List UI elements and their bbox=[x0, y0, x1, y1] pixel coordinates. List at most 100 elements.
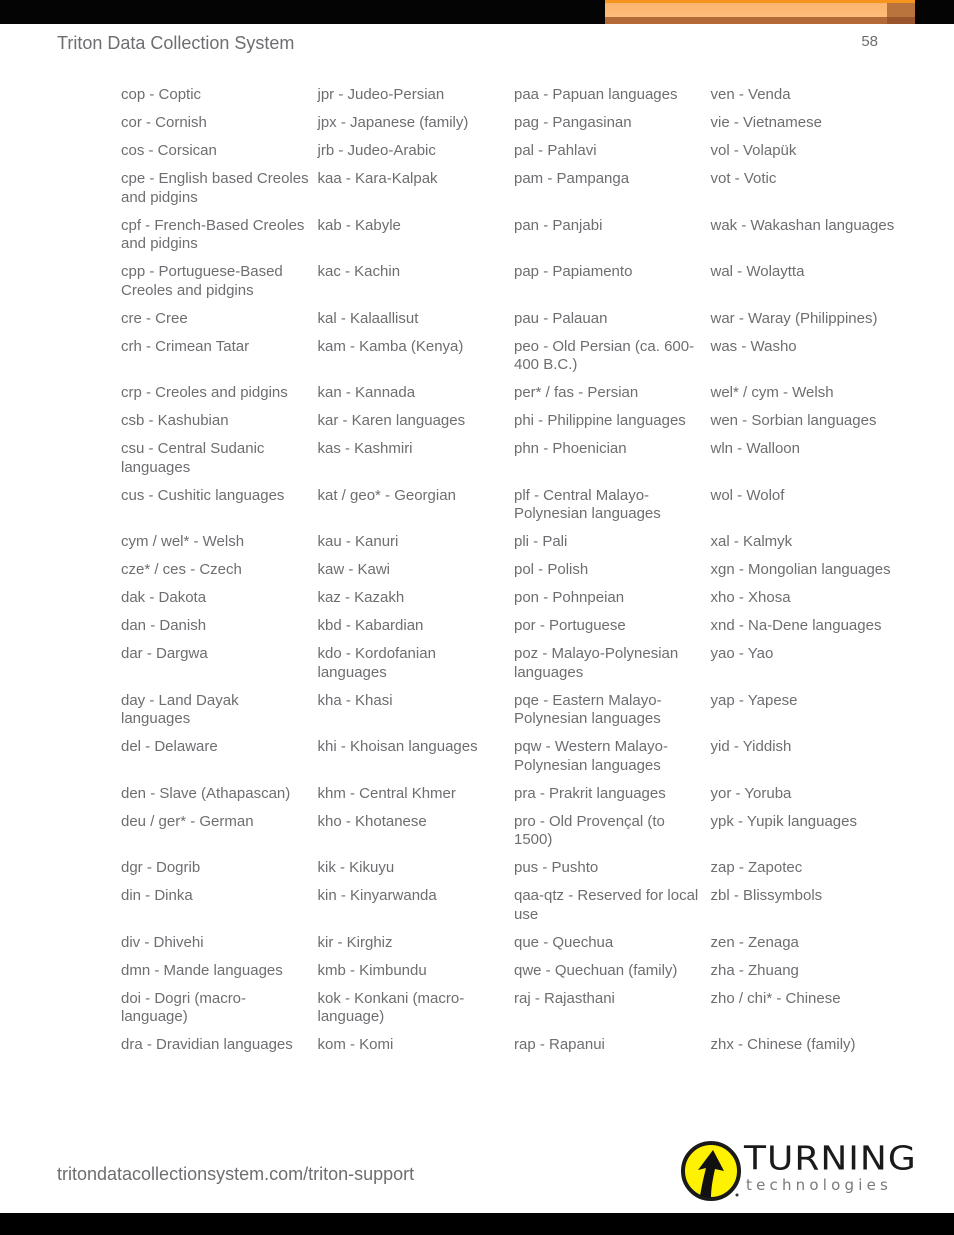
language-entry: dgr - Dogrib bbox=[121, 859, 201, 876]
language-entry: xal - Kalmyk bbox=[710, 533, 793, 550]
document-title: Triton Data Collection System bbox=[57, 33, 295, 53]
language-entry: pam - Pampanga bbox=[514, 170, 630, 187]
language-entry: jpx - Japanese (family) bbox=[317, 114, 469, 131]
language-entry: qwe - Quechuan (family) bbox=[514, 961, 678, 979]
language-entry: ypk - Yupik languages bbox=[710, 812, 858, 830]
language-entry: kin - Kinyarwanda bbox=[317, 887, 437, 904]
table-row: del - Delaware khi - Khoisan languages pqw… bbox=[121, 738, 911, 775]
language-entry: zha - Zhuang bbox=[710, 961, 799, 979]
language-entry: peo - Old Persian (ca. 600-400 B.C.) bbox=[514, 337, 695, 374]
table-row: dan - Danish kbd - Kabardian por - Portugu… bbox=[121, 617, 911, 636]
language-entry: xnd - Na-Dene languages bbox=[710, 617, 882, 634]
language-entry: doi - Dogri (macro-language) bbox=[121, 989, 247, 1026]
language-entry: cre - Cree bbox=[121, 309, 188, 327]
language-entry: que - Quechua bbox=[514, 933, 614, 951]
language-code-table: cop - Coptic jpr - Judeo-Persian paa - Pap… bbox=[121, 86, 911, 1064]
table-row: cpp - Portuguese-Based Creoles and pidgi… bbox=[121, 263, 911, 300]
table-row: cus - Cushitic languages kat / geo* - Geo… bbox=[121, 487, 911, 524]
language-entry: yid - Yiddish bbox=[710, 738, 792, 755]
language-entry: wln - Walloon bbox=[710, 440, 800, 457]
table-row: deu / ger* - German kho - Khotanese pro - … bbox=[121, 813, 911, 850]
language-entry: vot - Votic bbox=[710, 170, 777, 187]
language-entry: rap - Rapanui bbox=[514, 1036, 605, 1053]
table-row: crh - Crimean Tatar kam - Kamba (Kenya) pe… bbox=[121, 338, 911, 375]
language-entry: pqe - Eastern Malayo-Polynesian language… bbox=[514, 691, 662, 728]
table-row: cor - Cornish jpx - Japanese (family) pag … bbox=[121, 114, 911, 133]
table-row: cpf - French-Based Creoles and pidgins ka… bbox=[121, 217, 911, 254]
language-entry: wel* / cym - Welsh bbox=[710, 384, 834, 401]
language-entry: zen - Zenaga bbox=[710, 933, 799, 951]
language-entry: wen - Sorbian languages bbox=[710, 412, 877, 429]
language-entry: raj - Rajasthani bbox=[514, 989, 615, 1007]
language-entry: qaa-qtz - Reserved for local use bbox=[514, 887, 699, 923]
logo-wordmark: TURNING bbox=[744, 1140, 917, 1178]
table-row: cym / wel* - Welsh kau - Kanuri pli - Pali… bbox=[121, 533, 911, 552]
table-row: dak - Dakota kaz - Kazakh pon - Pohnpeian x… bbox=[121, 589, 911, 608]
language-entry: pag - Pangasinan bbox=[514, 114, 632, 131]
language-entry: xho - Xhosa bbox=[710, 589, 791, 606]
language-entry: cpe - English based Creoles and pidgins bbox=[121, 170, 309, 206]
language-entry: phn - Phoenician bbox=[514, 440, 627, 457]
language-entry: pau - Palauan bbox=[514, 309, 608, 327]
language-entry: kam - Kamba (Kenya) bbox=[317, 337, 464, 355]
language-entry: csu - Central Sudanic languages bbox=[121, 440, 265, 476]
language-entry: jpr - Judeo-Persian bbox=[317, 86, 445, 103]
language-entry: kas - Kashmiri bbox=[317, 440, 413, 457]
turning-technologies-logo: TURNING technologies bbox=[680, 1140, 917, 1202]
table-row: cre - Cree kal - Kalaallisut pau - Palauan… bbox=[121, 310, 911, 329]
language-entry: xgn - Mongolian languages bbox=[710, 561, 891, 578]
table-row: doi - Dogri (macro-language) kok - Konkan… bbox=[121, 990, 911, 1027]
language-entry: div - Dhivehi bbox=[121, 933, 204, 951]
table-row: dmn - Mande languages kmb - Kimbundu qwe -… bbox=[121, 962, 911, 981]
language-entry: pro - Old Provençal (to 1500) bbox=[514, 812, 665, 849]
language-entry: pan - Panjabi bbox=[514, 216, 603, 234]
language-entry: kha - Khasi bbox=[317, 691, 393, 709]
language-entry: kar - Karen languages bbox=[317, 412, 466, 429]
language-entry: per* / fas - Persian bbox=[514, 384, 639, 401]
table-row: din - Dinka kin - Kinyarwanda qaa-qtz - Re… bbox=[121, 887, 911, 924]
language-entry: kdo - Kordofanian languages bbox=[317, 645, 436, 681]
table-row: div - Dhivehi kir - Kirghiz que - Quechua z… bbox=[121, 934, 911, 953]
support-link[interactable]: tritondatacollectionsystem.com/triton-su… bbox=[57, 1164, 414, 1185]
table-row: den - Slave (Athapascan) khm - Central Kh… bbox=[121, 785, 911, 804]
language-entry: pol - Polish bbox=[514, 561, 589, 578]
language-entry: pqw - Western Malayo-Polynesian language… bbox=[514, 738, 668, 774]
language-entry: war - Waray (Philippines) bbox=[710, 309, 878, 327]
page-number: 58 bbox=[861, 33, 878, 50]
table-row: csb - Kashubian kar - Karen languages phi … bbox=[121, 412, 911, 431]
language-entry: zbl - Blissymbols bbox=[710, 887, 823, 904]
language-entry: cze* / ces - Czech bbox=[121, 561, 242, 578]
table-row: csu - Central Sudanic languages kas - Kas… bbox=[121, 440, 911, 477]
language-entry: yao - Yao bbox=[710, 645, 774, 662]
language-entry: vie - Vietnamese bbox=[710, 114, 822, 131]
language-entry: kab - Kabyle bbox=[317, 216, 401, 234]
language-entry: dan - Danish bbox=[121, 617, 207, 634]
table-row: dra - Dravidian languages kom - Komi rap -… bbox=[121, 1036, 911, 1055]
top-banner bbox=[0, 0, 954, 24]
language-entry: cpp - Portuguese-Based Creoles and pidgi… bbox=[121, 263, 283, 299]
table-row: crp - Creoles and pidgins kan - Kannada pe… bbox=[121, 384, 911, 403]
language-entry: zap - Zapotec bbox=[710, 859, 803, 876]
language-entry: cus - Cushitic languages bbox=[121, 486, 285, 504]
language-entry: vol - Volapük bbox=[710, 142, 797, 159]
language-entry: kir - Kirghiz bbox=[317, 933, 393, 951]
language-entry: kok - Konkani (macro-language) bbox=[317, 989, 465, 1026]
language-entry: dmn - Mande languages bbox=[121, 961, 283, 979]
language-entry: kaw - Kawi bbox=[317, 561, 391, 578]
language-entry: pap - Papiamento bbox=[514, 263, 633, 280]
table-row: dgr - Dogrib kik - Kikuyu pus - Pushto zap … bbox=[121, 859, 911, 878]
language-entry: paa - Papuan languages bbox=[514, 86, 678, 103]
language-entry: pli - Pali bbox=[514, 533, 568, 550]
table-row: cop - Coptic jpr - Judeo-Persian paa - Pap… bbox=[121, 86, 911, 105]
language-entry: kau - Kanuri bbox=[317, 533, 399, 550]
language-entry: dak - Dakota bbox=[121, 589, 207, 606]
language-entry: plf - Central Malayo-Polynesian language… bbox=[514, 486, 661, 523]
language-entry: wol - Wolof bbox=[710, 486, 785, 504]
language-entry: ven - Venda bbox=[710, 86, 791, 103]
language-entry: kat / geo* - Georgian bbox=[317, 486, 456, 504]
language-entry: kal - Kalaallisut bbox=[317, 309, 419, 327]
language-entry: csb - Kashubian bbox=[121, 412, 229, 429]
language-entry: kmb - Kimbundu bbox=[317, 961, 427, 979]
table-row: cze* / ces - Czech kaw - Kawi pol - Polish… bbox=[121, 561, 911, 580]
logo-subtitle: technologies bbox=[746, 1176, 893, 1194]
